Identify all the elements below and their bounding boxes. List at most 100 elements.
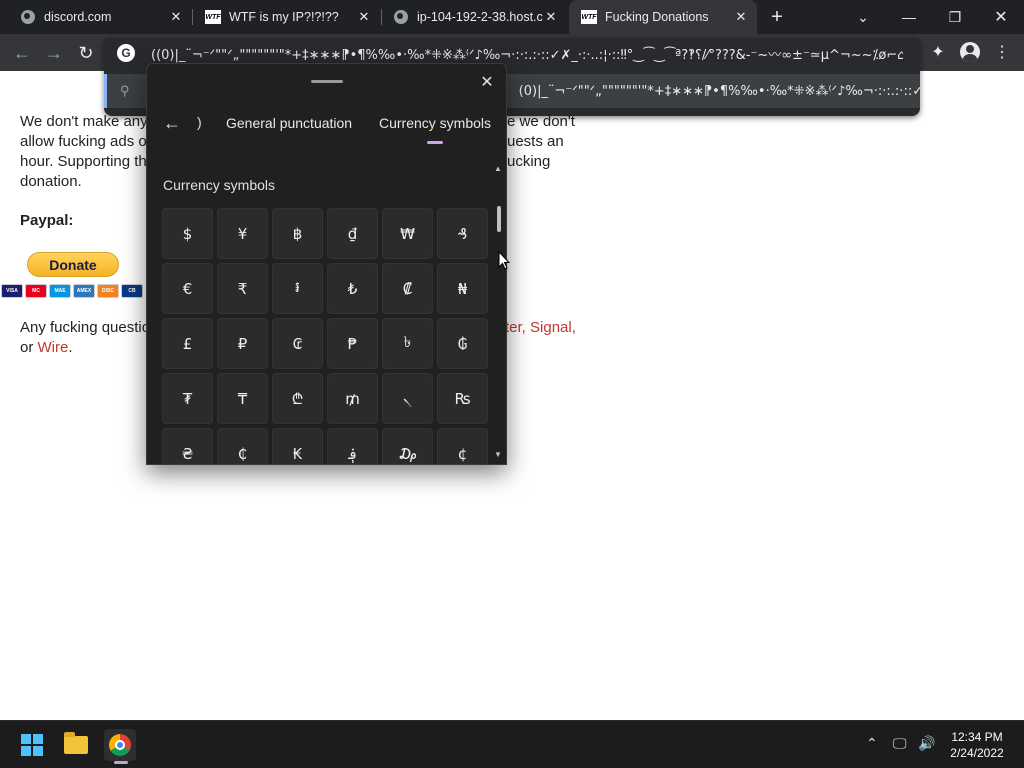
tab-general-punctuation[interactable]: General punctuation	[226, 115, 352, 131]
drag-handle[interactable]	[311, 80, 343, 83]
symbol-cell[interactable]: ¢	[437, 428, 488, 464]
symbol-cell[interactable]: ៛	[272, 263, 323, 314]
symbol-cell[interactable]: £	[162, 318, 213, 369]
close-tab-icon[interactable]: ✕	[168, 9, 184, 25]
extensions-icon[interactable]: ✦	[926, 40, 950, 64]
symbol-cell[interactable]: ฿	[272, 208, 323, 259]
symbol-cell[interactable]: ₸	[217, 373, 268, 424]
chevron-up-icon[interactable]: ⌃	[866, 735, 878, 752]
symbol-cell[interactable]: ৳	[382, 318, 433, 369]
network-icon[interactable]: 🖵	[893, 735, 907, 752]
back-arrow-icon[interactable]: ←	[161, 112, 183, 134]
symbol-cell[interactable]: ₯	[382, 428, 433, 464]
tab-currency-symbols[interactable]: Currency symbols	[379, 115, 491, 131]
start-button[interactable]	[16, 729, 48, 761]
intro-paragraph-right: e we don't uests an ucking	[507, 112, 575, 172]
symbol-cell[interactable]: ₴	[162, 428, 213, 464]
tab-title: discord.com	[44, 10, 112, 24]
symbol-cell[interactable]: ₮	[162, 373, 213, 424]
chrome-taskbar-button[interactable]	[104, 729, 136, 761]
symbol-cell[interactable]: ₨	[437, 373, 488, 424]
visa-icon: VISA	[1, 284, 23, 298]
symbol-cell[interactable]: ¥	[217, 208, 268, 259]
para-line: ucking	[507, 153, 551, 170]
forward-arrow-icon[interactable]: →	[41, 40, 67, 66]
tab-discord[interactable]: discord.com ✕	[0, 0, 192, 34]
tab-ip-host[interactable]: ip-104-192-2-38.host.c ✕	[373, 0, 567, 34]
symbol-cell[interactable]: ؋	[327, 428, 378, 464]
windows-icon	[21, 734, 43, 756]
profile-avatar[interactable]	[958, 40, 982, 64]
tab-search-icon[interactable]: ⌄	[840, 0, 886, 34]
symbol-cell[interactable]: ₽	[217, 318, 268, 369]
file-explorer-button[interactable]	[60, 729, 92, 761]
tab-title: WTF is my IP?!?!??	[229, 10, 339, 24]
contact-links[interactable]: ter, Signal,	[505, 318, 576, 338]
symbol-cell[interactable]: ₲	[437, 318, 488, 369]
clock[interactable]: 12:34 PM 2/24/2022	[946, 729, 1008, 761]
back-arrow-icon[interactable]: ←	[9, 40, 35, 66]
google-icon: G	[117, 44, 135, 62]
symbol-cell[interactable]: ₦	[437, 263, 488, 314]
scroll-down-icon[interactable]: ▼	[494, 450, 502, 459]
symbol-cell[interactable]: ₵	[217, 428, 268, 464]
symbol-cell[interactable]: €	[162, 263, 213, 314]
card-logos: VISA MC MAE AMEX DISC CB	[1, 284, 143, 298]
address-input[interactable]: ((0)|_¨¬⁻ᐟ""ᐟ„""""""'"*+‡∗∗∗⁋•¶%‰•·‰*⁜※⁂…	[151, 44, 903, 63]
amex-icon: AMEX	[73, 284, 95, 298]
scrollbar[interactable]: ▲ ▼	[494, 164, 504, 464]
symbol-cell[interactable]: ₩	[382, 208, 433, 259]
symbol-cell[interactable]: ৲	[382, 373, 433, 424]
symbol-cell[interactable]: ₡	[382, 263, 433, 314]
close-icon[interactable]: ✕	[477, 72, 497, 92]
contact-line-2: or Wire.	[20, 338, 73, 358]
tab-fucking-donations[interactable]: WTF Fucking Donations ✕	[569, 0, 757, 34]
reload-icon[interactable]: ↻	[73, 40, 99, 66]
volume-icon[interactable]: 🔊	[918, 735, 935, 752]
symbol-cell[interactable]: ₢	[272, 318, 323, 369]
tab-wtf-is-my-ip[interactable]: WTF WTF is my IP?!?!?? ✕	[185, 0, 380, 34]
card-icon: CB	[121, 284, 143, 298]
clock-time: 12:34 PM	[951, 730, 1003, 744]
taskbar: ⌃ 🖵 🔊	[0, 720, 1024, 768]
contact-suffix: .	[68, 339, 73, 356]
close-window-button[interactable]: ✕	[978, 0, 1024, 34]
scrollbar-thumb[interactable]	[497, 206, 501, 232]
para-line: uests an	[507, 133, 564, 150]
symbol-cell[interactable]: ₱	[327, 318, 378, 369]
symbol-cell[interactable]: $	[162, 208, 213, 259]
discover-icon: DISC	[97, 284, 119, 298]
folder-icon	[64, 732, 88, 754]
new-tab-button[interactable]: +	[766, 6, 788, 28]
emoji-panel: ✕ ← ) General punctuation Currency symbo…	[146, 63, 507, 465]
minimize-button[interactable]: —	[886, 0, 932, 34]
scroll-up-icon[interactable]: ▲	[494, 164, 502, 173]
close-tab-icon[interactable]: ✕	[543, 9, 559, 25]
symbol-cell[interactable]: ₥	[327, 373, 378, 424]
tab-partial[interactable]: )	[197, 114, 202, 130]
symbol-cell[interactable]: ₹	[217, 263, 268, 314]
wire-link[interactable]: Wire	[38, 339, 69, 356]
paypal-label: Paypal:	[20, 212, 74, 229]
symbol-cell[interactable]: ₭	[272, 428, 323, 464]
tab-title: ip-104-192-2-38.host.c	[417, 10, 543, 24]
tab-strip: discord.com ✕ WTF WTF is my IP?!?!?? ✕ i…	[0, 0, 1024, 34]
tab-title: Fucking Donations	[605, 10, 709, 24]
close-tab-icon[interactable]: ✕	[356, 9, 372, 25]
menu-dots-icon[interactable]: ⋮	[990, 40, 1014, 64]
symbol-cell[interactable]: ₰	[437, 208, 488, 259]
section-title: Currency symbols	[163, 177, 276, 193]
restore-button[interactable]: ❐	[932, 0, 978, 34]
donate-button[interactable]: Donate	[27, 252, 119, 277]
symbol-cell[interactable]: ₫	[327, 208, 378, 259]
suggestion-text: (0)|_¨¬⁻ᐟ""ᐟ„""""""'"*+‡∗∗∗⁋•¶%‰•·‰*⁜※⁂⁽…	[518, 83, 920, 99]
wtf-icon: WTF	[205, 9, 221, 25]
symbol-cell[interactable]: ₺	[327, 263, 378, 314]
wtf-icon: WTF	[581, 9, 597, 25]
mouse-cursor-icon	[498, 251, 510, 270]
symbol-cell[interactable]: ₾	[272, 373, 323, 424]
globe-icon	[20, 9, 36, 25]
mastercard-icon: MC	[25, 284, 47, 298]
close-tab-icon[interactable]: ✕	[733, 9, 749, 25]
globe-icon	[393, 9, 409, 25]
